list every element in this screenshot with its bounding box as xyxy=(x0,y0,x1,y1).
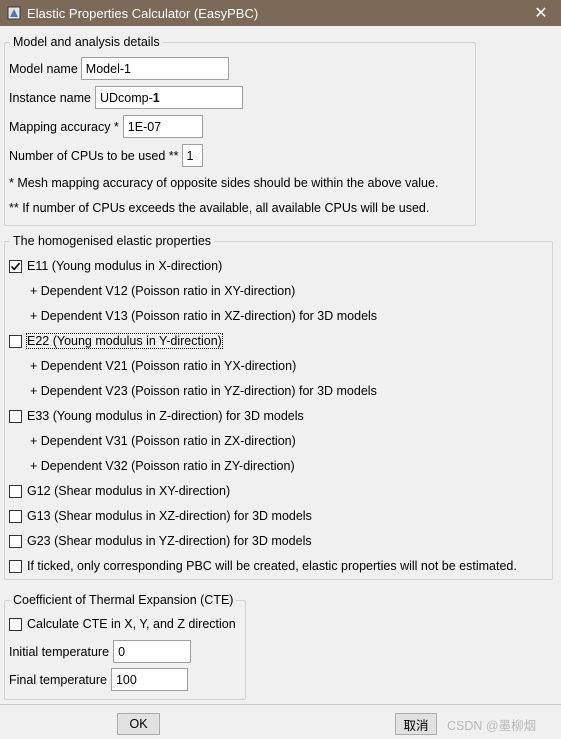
checkbox-e33[interactable]: E33 (Young modulus in Z-direction) for 3… xyxy=(9,409,304,423)
checkbox-e22-label: E22 (Young modulus in Y-direction) xyxy=(26,333,223,349)
checkbox-pbc-only-label: If ticked, only corresponding PBC will b… xyxy=(27,559,517,573)
close-icon[interactable]: ✕ xyxy=(531,3,551,23)
checkbox-g13[interactable]: G13 (Shear modulus in XZ-direction) for … xyxy=(9,509,312,523)
checkbox-e22[interactable]: E22 (Young modulus in Y-direction) xyxy=(9,333,223,349)
model-details-legend: Model and analysis details xyxy=(10,35,163,49)
checkbox-e11[interactable]: E11 (Young modulus in X-direction) xyxy=(9,259,222,273)
checkbox-pbc-only[interactable]: If ticked, only corresponding PBC will b… xyxy=(9,559,517,573)
elastic-properties-legend: The homogenised elastic properties xyxy=(10,234,215,248)
instance-name-prefix: UDcomp- xyxy=(100,90,153,105)
window-title: Elastic Properties Calculator (EasyPBC) xyxy=(27,5,259,21)
final-temp-row: Final temperature 100 xyxy=(9,668,188,691)
checkbox-e22-box[interactable] xyxy=(9,334,22,348)
mapping-accuracy-field[interactable]: 1E-07 xyxy=(122,115,203,138)
checkbox-pbc-only-box[interactable] xyxy=(9,559,22,573)
cancel-button[interactable]: 取消 xyxy=(395,713,437,735)
initial-temp-label: Initial temperature xyxy=(9,644,110,659)
checkbox-g12-box[interactable] xyxy=(9,484,22,498)
checkbox-g23-label: G23 (Shear modulus in YZ-direction) for … xyxy=(27,534,312,548)
checkbox-e11-label: E11 (Young modulus in X-direction) xyxy=(27,259,223,273)
initial-temp-field[interactable]: 0 xyxy=(113,640,192,663)
checkbox-e33-box[interactable] xyxy=(9,409,22,423)
checkmark-icon xyxy=(10,262,21,270)
model-name-field[interactable]: Model-1 xyxy=(80,57,229,80)
dependent-v31-label: + Dependent V31 (Poisson ratio in ZX-dir… xyxy=(30,434,296,448)
title-bar: Elastic Properties Calculator (EasyPBC) … xyxy=(0,0,561,26)
checkbox-g12[interactable]: G12 (Shear modulus in XY-direction) xyxy=(9,484,230,498)
initial-temp-row: Initial temperature 0 xyxy=(9,640,192,663)
instance-name-field[interactable]: UDcomp- 1 xyxy=(95,86,243,109)
checkbox-e11-box[interactable] xyxy=(9,259,22,273)
final-temp-field[interactable]: 100 xyxy=(110,668,188,691)
watermark: CSDN @墨柳烟 xyxy=(447,719,537,733)
mapping-accuracy-row: Mapping accuracy * 1E-07 xyxy=(9,115,203,138)
dependent-v32-label: + Dependent V32 (Poisson ratio in ZY-dir… xyxy=(30,459,295,473)
cpus-row: Number of CPUs to be used ** 1 xyxy=(9,144,203,167)
mapping-accuracy-label: Mapping accuracy * xyxy=(9,119,119,134)
checkbox-g23-box[interactable] xyxy=(9,534,22,548)
note-mapping: * Mesh mapping accuracy of opposite side… xyxy=(9,176,439,190)
dependent-v12-label: + Dependent V12 (Poisson ratio in XY-dir… xyxy=(30,284,296,298)
checkbox-e33-label: E33 (Young modulus in Z-direction) for 3… xyxy=(27,409,304,423)
checkbox-g13-label: G13 (Shear modulus in XZ-direction) for … xyxy=(27,509,312,523)
checkbox-g23[interactable]: G23 (Shear modulus in YZ-direction) for … xyxy=(9,534,312,548)
checkbox-calc-cte-box[interactable] xyxy=(9,617,22,631)
instance-name-row: Instance name UDcomp- 1 xyxy=(9,86,243,109)
button-bar-divider xyxy=(0,704,561,705)
model-name-label: Model name xyxy=(9,61,78,76)
checkbox-calc-cte[interactable]: Calculate CTE in X, Y, and Z direction xyxy=(9,617,236,631)
instance-name-suffix: 1 xyxy=(152,90,160,105)
checkbox-g12-label: G12 (Shear modulus in XY-direction) xyxy=(27,484,231,498)
app-icon xyxy=(7,6,21,20)
dependent-v13-label: + Dependent V13 (Poisson ratio in XZ-dir… xyxy=(30,309,378,323)
dependent-v21-label: + Dependent V21 (Poisson ratio in YX-dir… xyxy=(30,359,297,373)
dependent-v23-label: + Dependent V23 (Poisson ratio in YZ-dir… xyxy=(30,384,377,398)
final-temp-label: Final temperature xyxy=(9,672,107,687)
cpus-label: Number of CPUs to be used ** xyxy=(9,148,179,163)
ok-button[interactable]: OK xyxy=(117,713,160,735)
model-name-row: Model name Model-1 xyxy=(9,57,229,80)
checkbox-calc-cte-label: Calculate CTE in X, Y, and Z direction xyxy=(27,617,236,631)
note-cpus: ** If number of CPUs exceeds the availab… xyxy=(9,201,430,215)
cpus-field[interactable]: 1 xyxy=(181,144,203,167)
cte-legend: Coefficient of Thermal Expansion (CTE) xyxy=(10,593,237,607)
instance-name-label: Instance name xyxy=(9,90,91,105)
checkbox-g13-box[interactable] xyxy=(9,509,22,523)
